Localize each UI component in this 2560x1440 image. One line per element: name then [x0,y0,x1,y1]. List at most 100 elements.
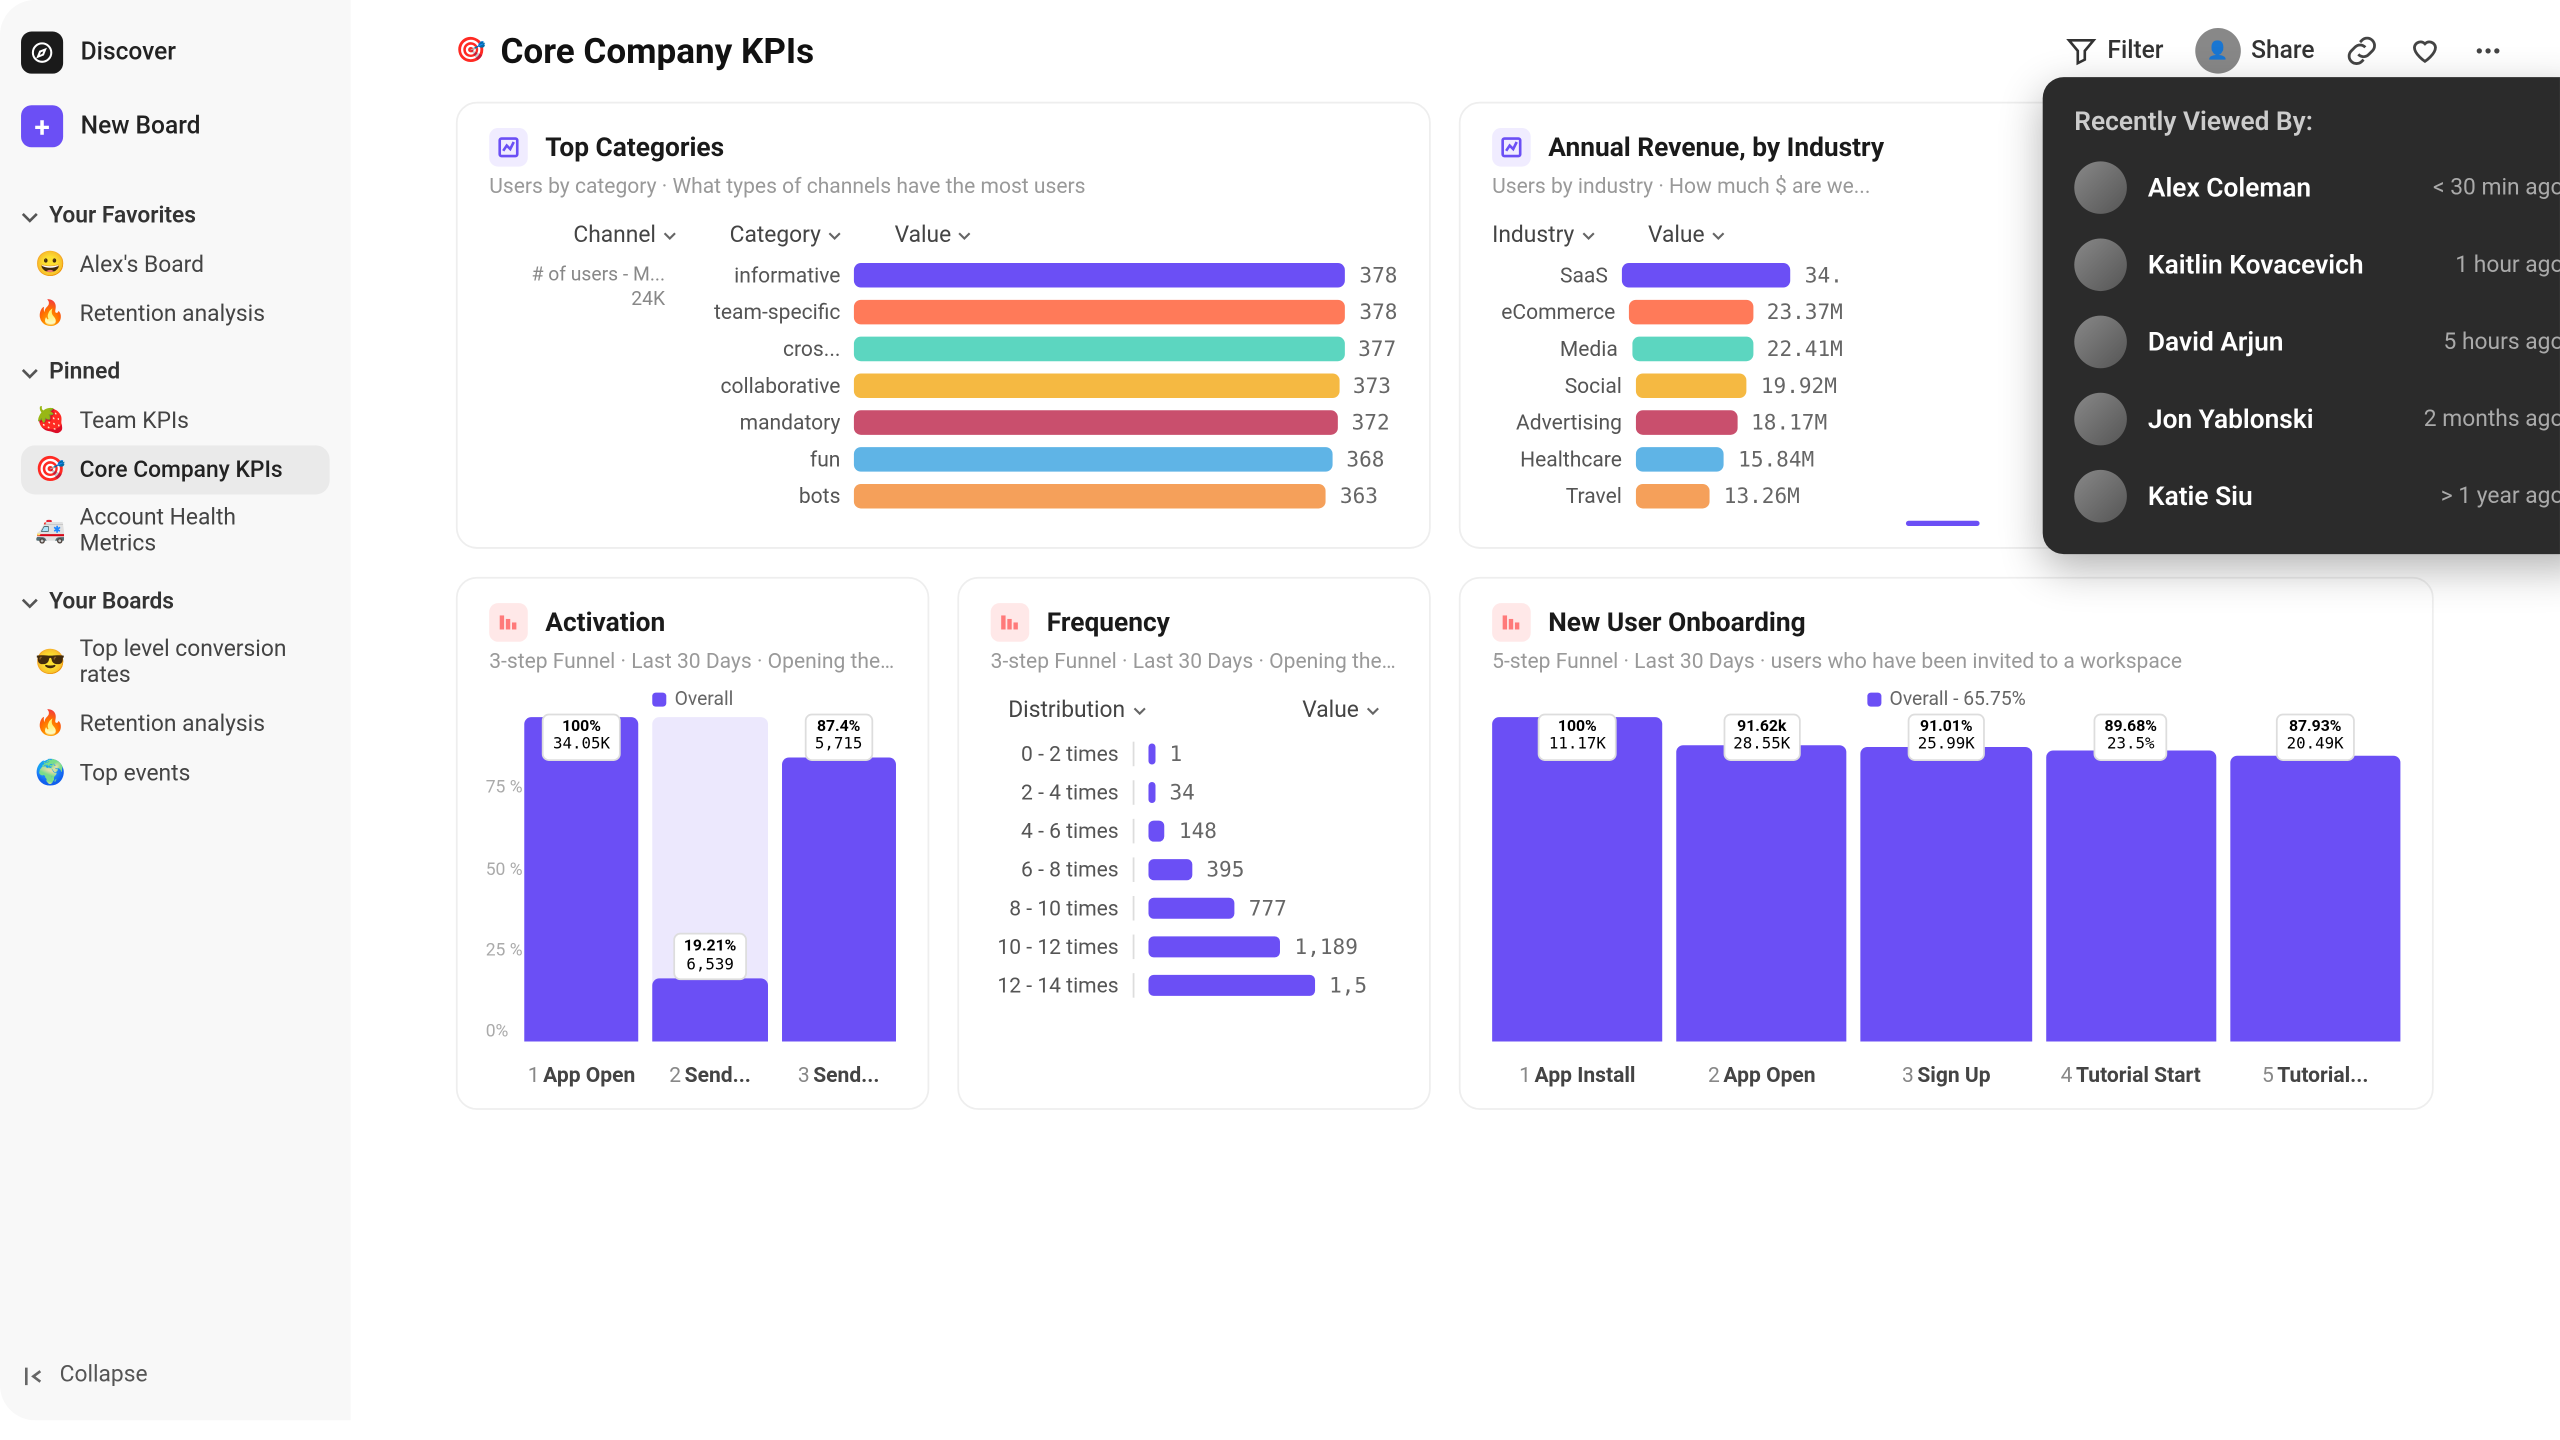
funnel-step: 91.62k28.55K [1677,717,1847,1041]
y-axis: 75 % 50 % 25 % 0% [486,717,523,1041]
sidebar-item[interactable]: 🔥Retention analysis [21,700,330,749]
share-button[interactable]: 👤 Share [2195,28,2314,74]
chevron-down-icon [21,594,39,612]
dropdown-control[interactable]: Channel [573,223,677,249]
bar-row: bots363 [693,484,1397,509]
bar-label: cros... [693,337,840,362]
viewer-name: David Arjun [2148,326,2423,358]
bar-label: eCommerce [1492,300,1615,325]
collapse-icon [21,1363,46,1388]
bar-row: Healthcare15.84M [1492,447,1843,472]
bar-row: team-specific378 [693,300,1397,325]
dropdown-control[interactable]: Value [1648,223,1726,249]
sidebar-item[interactable]: 🎯Core Company KPIs [21,445,330,494]
viewer-name: Kaitlin Kovacevich [2148,249,2434,281]
sidebar-item-label: Alex's Board [80,252,204,278]
sidebar-item-label: Team KPIs [80,408,189,434]
bar-value-tag: 19.21%6,539 [673,934,747,981]
bar [781,758,896,1042]
bar-label: 4 - 6 times [991,819,1135,844]
bar [653,979,768,1041]
pinned-header[interactable]: Pinned [21,359,330,385]
card-subtitle: 3-step Funnel · Last 30 Days · Opening t… [489,649,896,674]
sidebar-item-label: Core Company KPIs [80,457,283,483]
discover-nav[interactable]: Discover [21,32,330,74]
avatar-icon [2074,393,2127,446]
sidebar-item[interactable]: 🌍Top events [21,749,330,798]
bar [1636,410,1737,435]
your-boards-header[interactable]: Your Boards [21,589,330,615]
sidebar-item[interactable]: 🚑Account Health Metrics [21,494,330,568]
title-text: Core Company KPIs [500,30,814,72]
bar-value: 368 [1346,447,1384,472]
emoji-icon: 😀 [35,251,66,279]
favorites-label: Your Favorites [49,203,196,229]
viewer-row[interactable]: Alex Coleman< 30 min ago [2074,161,2560,214]
card-onboarding: New User Onboarding 5-step Funnel · Last… [1459,577,2434,1110]
bar [854,300,1345,325]
page-title: 🎯 Core Company KPIs [456,30,814,72]
dropdown-control[interactable]: Category [730,223,842,249]
link-icon[interactable] [2346,35,2378,67]
page-header: 🎯 Core Company KPIs Filter 👤 Share Recen… [456,28,2504,74]
new-board-button[interactable]: + New Board [21,105,330,147]
dropdown-control[interactable]: Value [895,223,973,249]
bar [1148,821,1164,842]
sidebar-item[interactable]: 😀 Alex's Board [21,240,330,289]
bar-value: 1,5 [1329,973,1367,998]
bar-value: 19.92M [1761,373,1837,398]
header-actions: Filter 👤 Share [2065,28,2504,74]
bar-value: 34. [1805,263,1843,288]
avatar-icon [2074,161,2127,214]
card-subtitle: 3-step Funnel · Last 30 Days · Opening t… [991,649,1398,674]
bar-row: 10 - 12 times1,189 [991,935,1398,960]
card-top-categories: Top Categories Users by category · What … [456,102,1431,549]
bar [2230,756,2400,1041]
viewer-time: > 1 year ago [2441,483,2560,509]
viewer-row[interactable]: David Arjun5 hours ago [2074,316,2560,369]
viewer-row[interactable]: Kaitlin Kovacevich1 hour ago [2074,238,2560,291]
scroll-indicator[interactable] [1906,521,1980,526]
viewer-row[interactable]: Jon Yablonski2 months ago [2074,393,2560,446]
bar-row: cros...377 [693,337,1397,362]
chart-icon [489,128,528,167]
bar-row: mandatory372 [693,410,1397,435]
bar-value: 378 [1359,263,1397,288]
dropdown-control[interactable]: Distribution [1008,698,1146,724]
sidebar-item-label: Account Health Metrics [80,505,316,558]
sidebar-item[interactable]: 😎Top level conversion rates [21,626,330,700]
funnel-step: 87.4%5,715 [781,717,896,1041]
dropdown-control[interactable]: Industry [1492,223,1595,249]
x-label: 5Tutorial... [2230,1063,2400,1088]
caret-down-icon [1712,229,1726,243]
bar-label: Travel [1492,484,1622,509]
bar [854,373,1338,398]
caret-down-icon [958,229,972,243]
sidebar-item[interactable]: 🍓Team KPIs [21,396,330,445]
x-label: 3Send... [781,1063,896,1088]
collapse-button[interactable]: Collapse [21,1362,330,1388]
bar-value-tag: 89.68%23.5% [2094,714,2168,761]
caret-down-icon [1132,704,1146,718]
viewer-row[interactable]: Katie Siu> 1 year ago [2074,470,2560,523]
bar-value: 148 [1179,819,1217,844]
funnel-step: 91.01%25.99K [1861,717,2031,1041]
dropdown-control[interactable]: Value [1302,698,1380,724]
bar-label: 10 - 12 times [991,935,1135,960]
avatar-icon [2074,238,2127,291]
funnel-icon [1492,603,1531,642]
sidebar-item[interactable]: 🔥Retention analysis [21,289,330,338]
bar-label: fun [693,447,840,472]
plus-icon: + [21,105,63,147]
viewer-time: < 30 min ago [2433,174,2560,200]
heart-icon[interactable] [2409,35,2441,67]
avatar-icon [2074,470,2127,523]
favorites-header[interactable]: Your Favorites [21,203,330,229]
more-icon[interactable] [2472,35,2504,67]
bar-label: informative [693,263,840,288]
bar-label: 6 - 8 times [991,857,1135,882]
filter-button[interactable]: Filter [2065,35,2163,67]
chevron-down-icon [21,208,39,226]
card-title: Annual Revenue, by Industry [1548,132,1884,164]
bar-value: 34 [1170,780,1195,805]
